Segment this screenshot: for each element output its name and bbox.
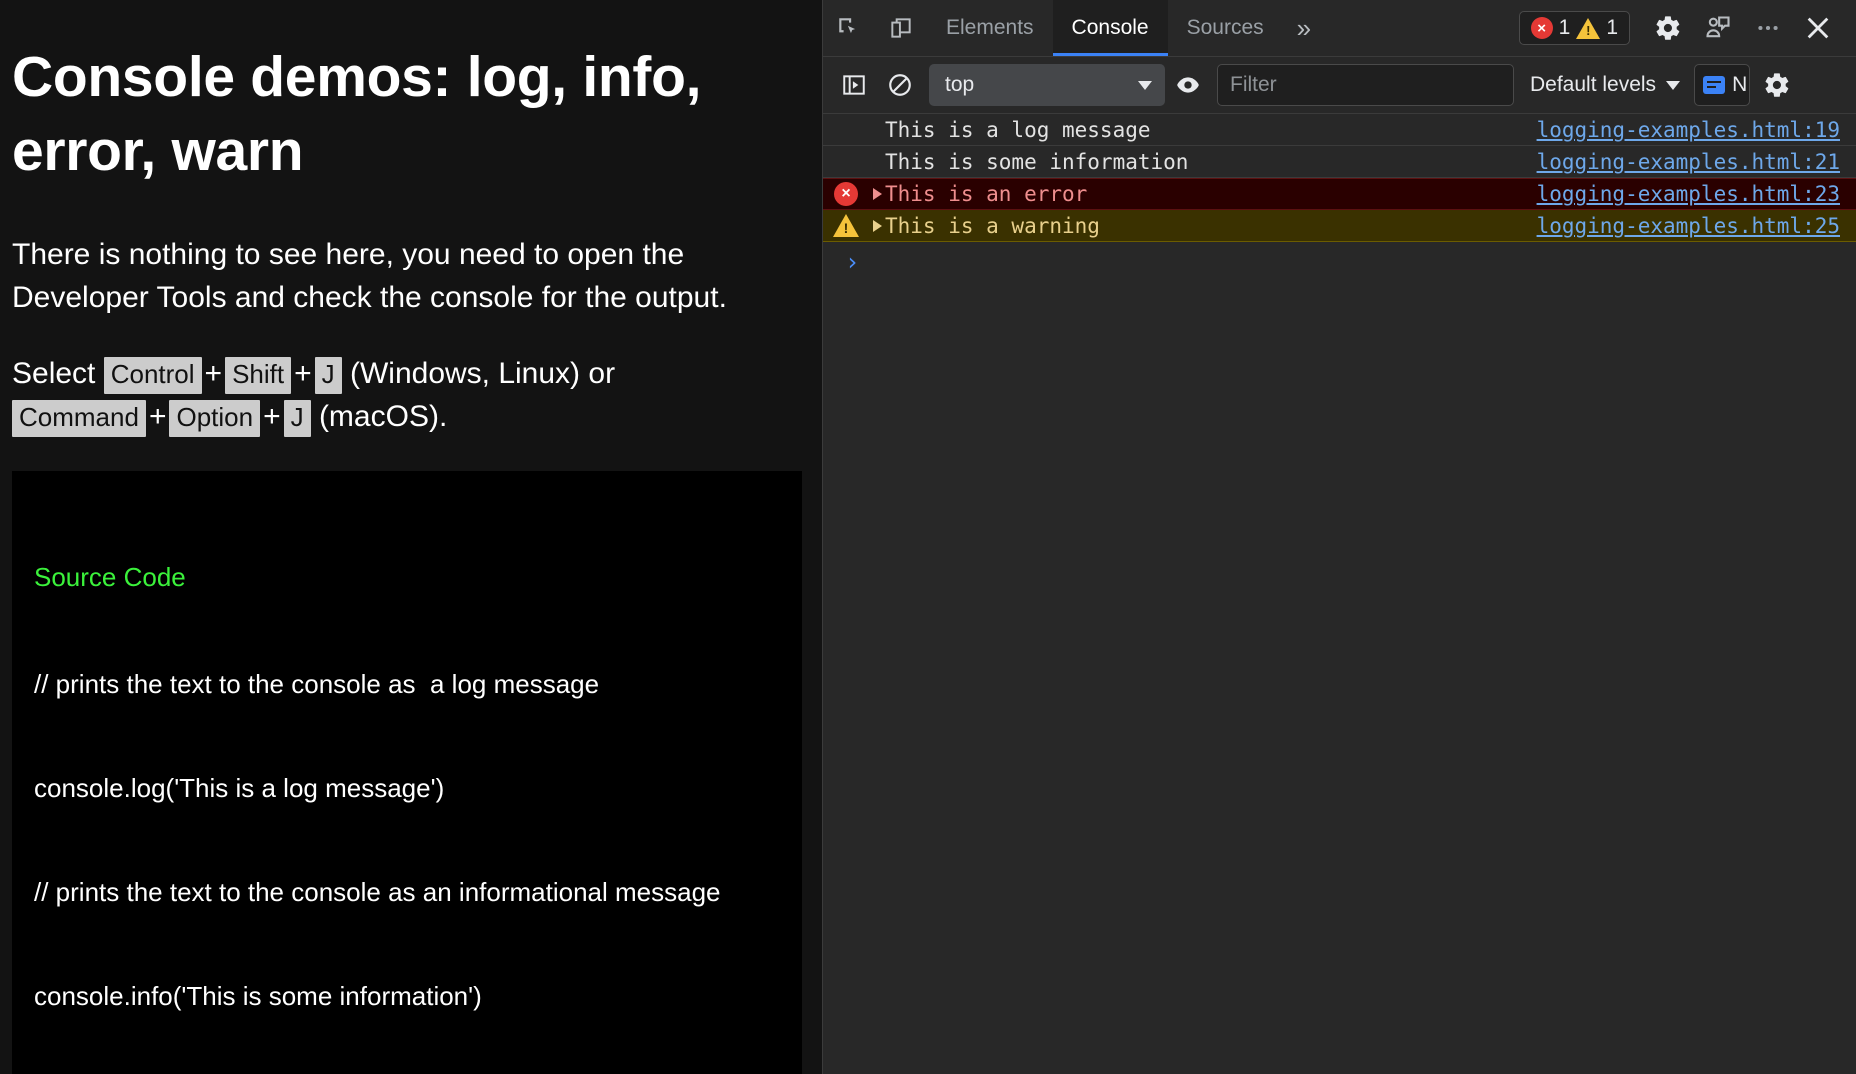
code-line: // prints the text to the console as a l… xyxy=(34,667,780,702)
execution-context-select[interactable]: top xyxy=(929,64,1165,106)
web-page-content: Console demos: log, info, error, warn Th… xyxy=(0,0,822,1074)
console-message-text: This is an error xyxy=(885,182,1537,206)
more-tabs-icon[interactable]: » xyxy=(1283,0,1325,56)
console-message-text: This is some information xyxy=(869,150,1537,174)
console-message-source-link[interactable]: logging-examples.html:23 xyxy=(1537,182,1840,206)
code-line: // prints the text to the console as an … xyxy=(34,875,780,910)
expand-arrow-icon[interactable] xyxy=(869,188,885,200)
device-toolbar-icon[interactable] xyxy=(875,0,927,56)
status-badge[interactable]: × 1 1 xyxy=(1519,11,1630,45)
console-message-source-link[interactable]: logging-examples.html:25 xyxy=(1537,214,1840,238)
log-levels-label: Default levels xyxy=(1530,73,1656,97)
console-message-source-link[interactable]: logging-examples.html:19 xyxy=(1537,118,1840,142)
warning-count: 1 xyxy=(1606,16,1618,40)
plus-sign: + xyxy=(146,400,170,433)
console-message-source-link[interactable]: logging-examples.html:21 xyxy=(1537,150,1840,174)
chevron-down-icon xyxy=(1666,81,1680,90)
kbd-shift: Shift xyxy=(225,357,291,394)
issues-chip-label: N xyxy=(1732,73,1747,97)
console-message-row[interactable]: This is some information logging-example… xyxy=(823,146,1856,178)
create-live-expression-icon[interactable] xyxy=(1165,62,1211,108)
error-glyph: × xyxy=(834,182,858,206)
tab-sources-label: Sources xyxy=(1187,16,1264,40)
warning-icon xyxy=(1576,18,1600,39)
console-toolbar: top Default levels N xyxy=(823,57,1856,114)
code-line: console.log('This is a log message') xyxy=(34,771,780,806)
prompt-chevron-icon: › xyxy=(845,248,859,276)
feedback-icon[interactable] xyxy=(1694,4,1742,52)
code-line: console.info('This is some information') xyxy=(34,979,780,1014)
tab-console-label: Console xyxy=(1072,16,1149,40)
kbd-j-win: J xyxy=(315,357,342,394)
source-code-title: Source Code xyxy=(34,560,780,595)
intro-paragraph: There is nothing to see here, you need t… xyxy=(12,234,802,319)
plus-sign: + xyxy=(260,400,284,433)
page-title: Console demos: log, info, error, warn xyxy=(12,40,802,188)
source-code-block: Source Code // prints the text to the co… xyxy=(12,471,802,1074)
tab-sources[interactable]: Sources xyxy=(1168,0,1283,56)
console-message-row[interactable]: This is a warning logging-examples.html:… xyxy=(823,210,1856,242)
clear-console-icon[interactable] xyxy=(877,62,923,108)
console-message-row[interactable]: This is a log message logging-examples.h… xyxy=(823,114,1856,146)
console-message-list[interactable]: This is a log message logging-examples.h… xyxy=(823,114,1856,1074)
settings-gear-icon[interactable] xyxy=(1644,4,1692,52)
kbd-command: Command xyxy=(12,400,146,437)
more-options-icon[interactable] xyxy=(1744,4,1792,52)
plus-sign: + xyxy=(202,357,226,390)
devtools-header-actions: × 1 1 xyxy=(1519,0,1856,56)
devtools-panel: Elements Console Sources » × 1 1 xyxy=(822,0,1856,1074)
devtools-tabbar: Elements Console Sources » × 1 1 xyxy=(823,0,1856,57)
error-icon: × xyxy=(823,182,869,206)
tab-elements[interactable]: Elements xyxy=(927,0,1053,56)
expand-arrow-icon[interactable] xyxy=(869,220,885,232)
console-prompt[interactable]: › xyxy=(823,242,1856,282)
plus-sign: + xyxy=(291,357,315,390)
console-sidebar-toggle-icon[interactable] xyxy=(831,62,877,108)
console-message-row[interactable]: × This is an error logging-examples.html… xyxy=(823,178,1856,210)
search-input[interactable] xyxy=(1217,64,1514,106)
execution-context-value: top xyxy=(945,73,974,97)
kbd-j-mac: J xyxy=(284,400,311,437)
log-levels-select[interactable]: Default levels xyxy=(1530,73,1680,97)
console-settings-icon[interactable] xyxy=(1754,62,1800,108)
tab-elements-label: Elements xyxy=(946,16,1034,40)
close-icon[interactable] xyxy=(1794,4,1842,52)
tab-console[interactable]: Console xyxy=(1053,0,1168,56)
shortcut-prefix: Select xyxy=(12,357,104,390)
issues-icon xyxy=(1703,76,1725,94)
kbd-control: Control xyxy=(104,357,202,394)
error-icon: × xyxy=(1531,17,1553,39)
shortcut-mac-suffix: (macOS). xyxy=(311,400,448,433)
shortcut-paragraph: Select Control+Shift+J (Windows, Linux) … xyxy=(12,353,802,438)
kbd-option: Option xyxy=(169,400,260,437)
browser-window: Console demos: log, info, error, warn Th… xyxy=(0,0,1856,1074)
console-message-text: This is a log message xyxy=(869,118,1537,142)
shortcut-win-suffix: (Windows, Linux) or xyxy=(342,357,615,390)
warning-icon xyxy=(823,214,869,237)
error-count: 1 xyxy=(1559,16,1571,40)
issues-chip[interactable]: N xyxy=(1694,64,1750,106)
chevron-down-icon xyxy=(1138,81,1152,90)
inspect-element-icon[interactable] xyxy=(823,0,875,56)
console-message-text: This is a warning xyxy=(885,214,1537,238)
